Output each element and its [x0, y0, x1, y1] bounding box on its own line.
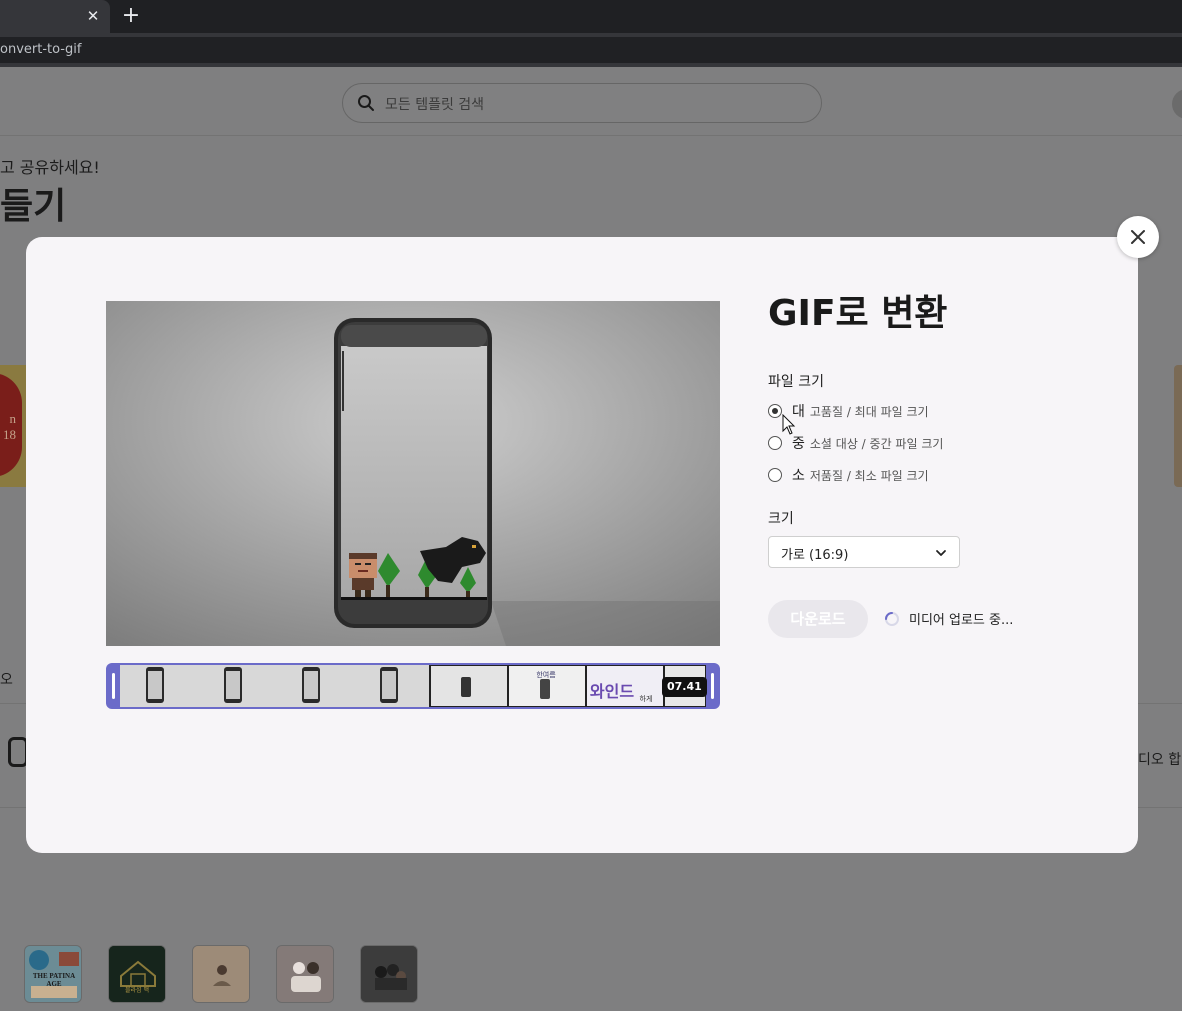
- option-description: 소셜 대상 / 중간 파일 크기: [809, 436, 944, 451]
- thumbnail-art: [109, 946, 165, 1002]
- header-divider: [0, 135, 1182, 136]
- svg-text:하게: 하게: [640, 694, 653, 703]
- file-size-label: 파일 크기: [768, 374, 824, 390]
- svg-text:THE PATINA: THE PATINA: [33, 972, 75, 980]
- close-icon: [1131, 230, 1145, 244]
- download-button[interactable]: 다운로드: [768, 600, 868, 638]
- search-bar[interactable]: 모든 템플릿 검색: [342, 83, 822, 123]
- media-icon: [8, 737, 28, 767]
- loading-spinner-icon: [885, 612, 899, 626]
- thumbnail-art: [277, 946, 333, 1002]
- radio-medium[interactable]: [768, 436, 782, 450]
- option-main-label: 중: [792, 436, 805, 452]
- search-placeholder: 모든 템플릿 검색: [385, 97, 485, 113]
- thumbnail-label: 블라섬 맥: [125, 987, 149, 994]
- trim-start-handle[interactable]: [112, 673, 115, 699]
- svg-text:한여름: 한여름: [536, 670, 556, 679]
- modal-close-button[interactable]: [1117, 216, 1159, 258]
- radio-large[interactable]: [768, 404, 782, 418]
- browser-tab-bar: ✕ +: [0, 0, 1182, 33]
- side-label-left: 오: [0, 672, 13, 688]
- template-thumbnail[interactable]: [360, 945, 418, 1003]
- avatar[interactable]: [1172, 89, 1182, 119]
- timeline-duration: 07.41: [662, 677, 707, 697]
- template-thumbnail[interactable]: 블라섬 맥: [108, 945, 166, 1003]
- option-description: 고품질 / 최대 파일 크기: [809, 404, 929, 419]
- template-card-right[interactable]: [1174, 365, 1182, 487]
- dimension-label: 크기: [768, 511, 794, 527]
- file-size-option-medium[interactable]: 중 소셜 대상 / 중간 파일 크기: [768, 433, 943, 453]
- video-preview[interactable]: [106, 301, 720, 646]
- timeline-frames: 한여름 와인드 하게: [120, 665, 706, 707]
- option-main-label: 소: [792, 468, 805, 484]
- template-thumbnail[interactable]: THE PATINA AGE: [24, 945, 82, 1003]
- preview-frame: [106, 301, 720, 646]
- mouse-cursor-icon: [782, 414, 796, 435]
- radio-small[interactable]: [768, 468, 782, 482]
- dimension-value: 가로 (16:9): [781, 548, 849, 563]
- svg-text:AGE: AGE: [46, 980, 62, 988]
- url-text: onvert-to-gif: [0, 42, 82, 57]
- file-size-option-small[interactable]: 소 저품질 / 최소 파일 크기: [768, 465, 929, 485]
- url-field[interactable]: onvert-to-gif: [0, 37, 1182, 63]
- template-card-left[interactable]: n 18: [0, 365, 26, 487]
- modal-title: GIF로 변환: [768, 293, 948, 334]
- tab-close-icon[interactable]: ✕: [84, 6, 102, 26]
- trim-end-handle[interactable]: [711, 673, 714, 699]
- option-description: 저품질 / 최소 파일 크기: [809, 468, 929, 483]
- card-badge: n 18: [0, 373, 22, 477]
- template-thumbnail[interactable]: [192, 945, 250, 1003]
- chevron-down-icon: [936, 550, 946, 556]
- thumbnail-art: [361, 946, 417, 1002]
- upload-status: 미디어 업로드 중...: [909, 613, 1014, 628]
- trim-timeline[interactable]: 한여름 와인드 하게 07.41: [106, 663, 720, 709]
- new-tab-button[interactable]: +: [120, 4, 142, 28]
- timeline-thumbnails: 한여름 와인드 하게: [120, 665, 706, 707]
- dimension-select[interactable]: 가로 (16:9): [768, 536, 960, 568]
- options-panel: GIF로 변환 파일 크기 대 고품질 / 최대 파일 크기 중 소셜 대상 /…: [768, 293, 1098, 638]
- side-label-right: 디오 합: [1138, 752, 1182, 768]
- browser-tab[interactable]: ✕: [0, 0, 110, 33]
- thumbnail-art: [193, 946, 249, 1002]
- convert-gif-modal: 한여름 와인드 하게 07.41 GIF로 변환 파일 크기 대 고품질 / 최…: [26, 237, 1138, 853]
- svg-text:와인드: 와인드: [590, 682, 634, 701]
- page-subheading: 고 공유하세요!: [0, 158, 100, 177]
- page-title: 들기: [0, 186, 67, 227]
- address-bar: onvert-to-gif: [0, 33, 1182, 67]
- thumbnail-art: THE PATINA AGE: [25, 946, 81, 1002]
- search-icon: [358, 95, 374, 111]
- template-thumbnail[interactable]: [276, 945, 334, 1003]
